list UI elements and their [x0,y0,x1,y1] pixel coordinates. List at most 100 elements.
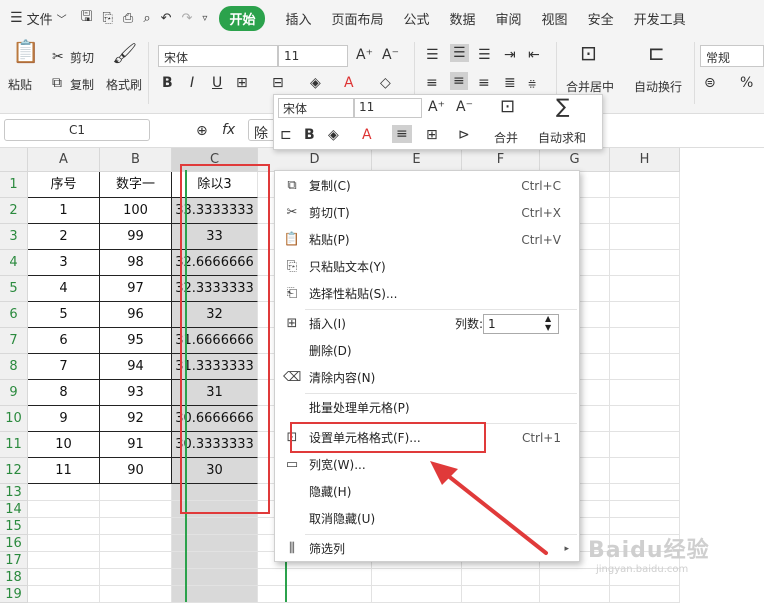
menu-item-delete[interactable]: 删除(D) [275,338,579,364]
row-header-1[interactable]: 1 [0,172,28,198]
sigma-icon[interactable]: ∑ [556,96,569,116]
cell-h11[interactable] [610,432,680,458]
export-icon[interactable]: ⎘ [103,11,113,26]
increase-font-icon[interactable]: A⁺ [356,46,373,64]
justify-icon[interactable]: ≣ [504,74,516,92]
cell-a15[interactable] [28,518,100,535]
cell-h10[interactable] [610,406,680,432]
distribute-icon[interactable]: ⩷ [528,74,536,92]
column-header-b[interactable]: B [100,148,172,172]
cell-d18[interactable] [258,569,372,586]
mini-format-painter-icon[interactable]: ⊳ [458,126,470,144]
cell-h14[interactable] [610,501,680,518]
copy-icon[interactable]: ⧉ [52,74,62,92]
menu-item-paste[interactable]: 📋 粘贴(P) Ctrl+V [275,227,579,253]
cell-b2[interactable]: 100 [100,198,172,224]
mini-font-name-select[interactable]: 宋体 [278,98,354,118]
row-header-14[interactable]: 14 [0,501,28,518]
bold-icon[interactable]: B [162,74,173,92]
column-header-d[interactable]: D [258,148,372,172]
customize-icon[interactable]: ▿ [202,13,207,24]
row-header-19[interactable]: 19 [0,586,28,603]
merge-center-icon[interactable]: ⊡ [580,43,597,63]
name-box[interactable]: C1 [4,119,150,141]
cell-a14[interactable] [28,501,100,518]
cell-a16[interactable] [28,535,100,552]
scissors-icon[interactable]: ✂ [52,48,64,66]
align-left-icon[interactable]: ≡ [426,74,438,92]
outdent-icon[interactable]: ⇤ [528,46,540,64]
cell-b9[interactable]: 93 [100,380,172,406]
align-middle-icon[interactable]: ☰ [450,44,469,62]
cell-b1[interactable]: 数字一 [100,172,172,198]
row-header-2[interactable]: 2 [0,198,28,224]
menu-item-clear[interactable]: ⌫ 清除内容(N) [275,365,579,391]
cell-b15[interactable] [100,518,172,535]
column-header-a[interactable]: A [28,148,100,172]
tab-data[interactable]: 数据 [450,9,476,28]
cut-button[interactable]: 剪切 [70,49,94,66]
cell-e19[interactable] [372,586,462,603]
mini-fill-color-icon[interactable]: ◈ [328,126,339,144]
number-format-select[interactable]: 常规 [700,45,764,67]
cell-h19[interactable] [610,586,680,603]
cell-f18[interactable] [462,569,540,586]
cell-b19[interactable] [100,586,172,603]
mini-increase-font-icon[interactable]: A⁺ [428,98,445,116]
indent-icon[interactable]: ⇥ [504,46,516,64]
cell-a18[interactable] [28,569,100,586]
row-header-13[interactable]: 13 [0,484,28,501]
cell-a10[interactable]: 9 [28,406,100,432]
row-header-3[interactable]: 3 [0,224,28,250]
cell-h5[interactable] [610,276,680,302]
border-icon[interactable]: ⊞ [236,74,248,92]
tab-insert[interactable]: 插入 [285,9,311,28]
mini-font-size-select[interactable]: 11 [354,98,422,118]
cell-f19[interactable] [462,586,540,603]
copy-button[interactable]: 复制 [70,76,94,93]
tab-developer[interactable]: 开发工具 [634,9,686,28]
column-header-e[interactable]: E [372,148,462,172]
row-header-7[interactable]: 7 [0,328,28,354]
tab-home[interactable]: 开始 [219,5,266,31]
cell-a6[interactable]: 5 [28,302,100,328]
fx-label[interactable]: fx [222,122,235,138]
cell-b17[interactable] [100,552,172,569]
zoom-lookup-icon[interactable]: ⊕ [196,122,208,140]
cell-a13[interactable] [28,484,100,501]
redo-icon[interactable]: ↷ [182,11,193,26]
row-header-9[interactable]: 9 [0,380,28,406]
cell-b5[interactable]: 97 [100,276,172,302]
decrease-font-icon[interactable]: A⁻ [382,46,399,64]
row-header-11[interactable]: 11 [0,432,28,458]
row-header-18[interactable]: 18 [0,569,28,586]
cell-a4[interactable]: 3 [28,250,100,276]
cell-a17[interactable] [28,552,100,569]
menu-item-insert[interactable]: ⊞ 插入(I) 列数: 1 ▲ ▼ [275,311,579,337]
tab-review[interactable]: 审阅 [496,9,522,28]
paste-icon[interactable]: 📋 [12,42,39,64]
cell-h8[interactable] [610,354,680,380]
row-header-15[interactable]: 15 [0,518,28,535]
cell-h1[interactable] [610,172,680,198]
mini-merge-icon[interactable]: ⊡ [500,98,515,116]
menu-item-paste-special[interactable]: ⎗ 选择性粘贴(S)... [275,281,579,307]
mini-autosum-button[interactable]: 自动求和 [538,129,586,146]
mini-wrap-icon[interactable]: ⊏ [280,126,292,144]
cell-h3[interactable] [610,224,680,250]
chevron-down-icon[interactable]: ﹀ [57,11,67,26]
tab-view[interactable]: 视图 [542,9,568,28]
format-painter-button[interactable]: 格式刷 [106,76,142,93]
tab-security[interactable]: 安全 [588,9,614,28]
cell-b11[interactable]: 91 [100,432,172,458]
align-center-icon[interactable]: ≡ [450,72,468,90]
row-header-10[interactable]: 10 [0,406,28,432]
cell-b6[interactable]: 96 [100,302,172,328]
align-top-icon[interactable]: ☰ [426,46,439,64]
tab-formula[interactable]: 公式 [404,9,430,28]
row-header-17[interactable]: 17 [0,552,28,569]
cell-h6[interactable] [610,302,680,328]
stepper-arrows-icon[interactable]: ▲ ▼ [545,314,551,332]
cell-b3[interactable]: 99 [100,224,172,250]
font-size-select[interactable]: 11 [278,45,348,67]
